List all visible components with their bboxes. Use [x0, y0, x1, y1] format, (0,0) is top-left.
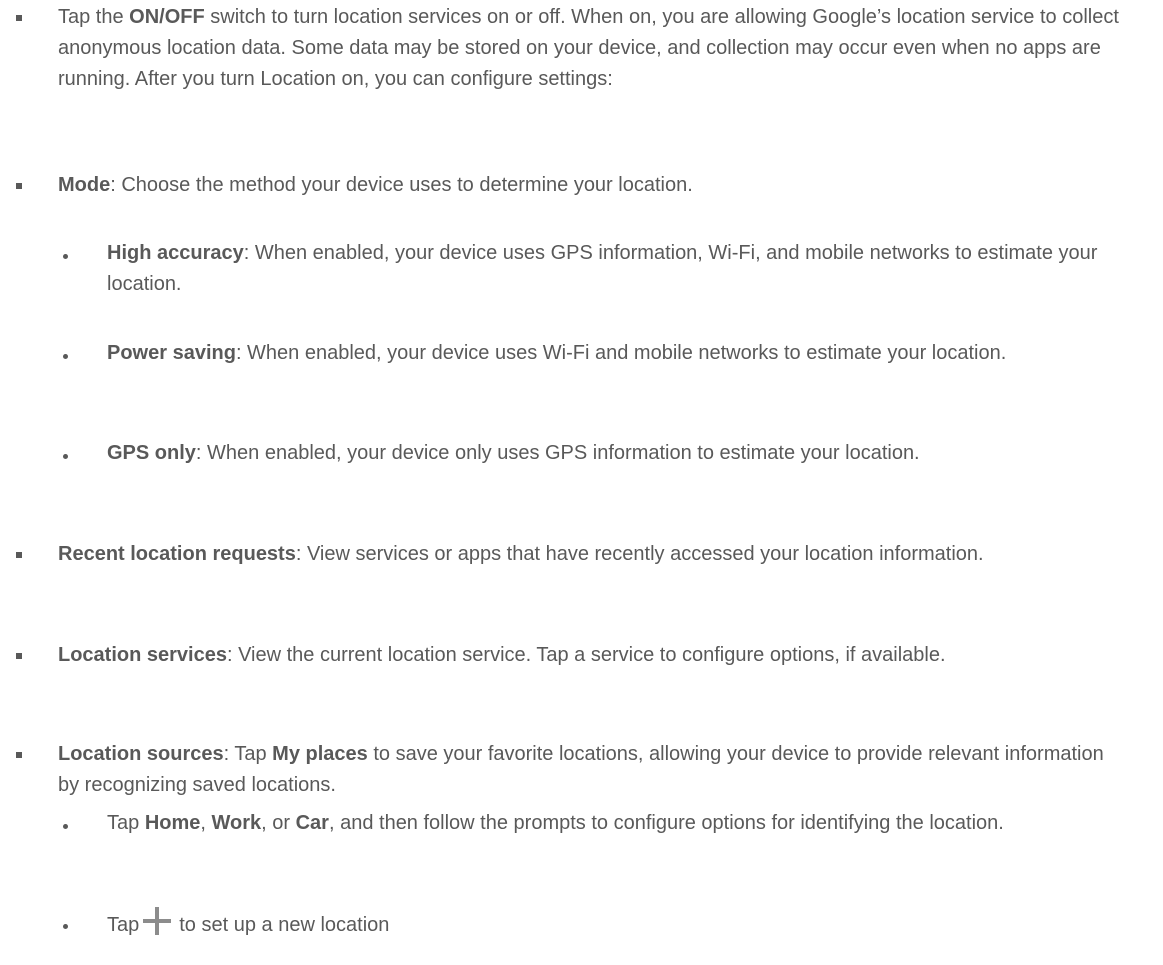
- item-text-mid: : Tap: [223, 743, 273, 765]
- item-text-post: : View services or apps that have recent…: [295, 543, 984, 565]
- list-item-location-sources: Location sources: Tap My places to save …: [58, 739, 1118, 801]
- item-text-post: : When enabled, your device uses Wi-Fi a…: [235, 342, 1007, 364]
- sub-item-high-accuracy: High accuracy: When enabled, your device…: [107, 238, 1137, 300]
- sub-item-new-location: Tap to set up a new location: [107, 907, 1107, 941]
- item-text-bold: Home: [144, 812, 201, 834]
- item-text-post: : When enabled, your device only uses GP…: [195, 442, 920, 464]
- item-text-bold: Location sources: [58, 743, 224, 765]
- item-text-post: switch to turn location services on or o…: [58, 6, 1119, 90]
- item-text-post: : When enabled, your device uses GPS inf…: [107, 242, 1098, 295]
- list-item-recent-requests: Recent location requests: View services …: [58, 539, 1148, 570]
- sub-item-home-work-car: Tap Home, Work, or Car, and then follow …: [107, 808, 1157, 839]
- sub-item-power-saving: Power saving: When enabled, your device …: [107, 338, 1137, 369]
- item-text-bold: Recent location requests: [58, 543, 296, 565]
- item-text-post: : View the current location service. Tap…: [226, 644, 946, 666]
- item-text-bold: High accuracy: [107, 242, 244, 264]
- item-text-bold: Work: [211, 812, 262, 834]
- item-text-pre: Tap: [107, 812, 145, 834]
- item-text-bold: ON/OFF: [129, 6, 205, 28]
- square-bullet-icon: [16, 653, 22, 659]
- list-item-location-services: Location services: View the current loca…: [58, 640, 1118, 671]
- round-bullet-icon: [63, 924, 68, 929]
- item-text-mid: , or: [261, 812, 296, 834]
- item-text-post: , and then follow the prompts to configu…: [328, 812, 1004, 834]
- round-bullet-icon: [63, 454, 68, 459]
- item-text-bold: Power saving: [107, 342, 236, 364]
- item-text-bold: Car: [295, 812, 329, 834]
- round-bullet-icon: [63, 824, 68, 829]
- list-item-mode: Mode: Choose the method your device uses…: [58, 170, 1138, 201]
- round-bullet-icon: [63, 354, 68, 359]
- item-text-pre: Tap the: [58, 6, 130, 28]
- list-item-on-off: Tap the ON/OFF switch to turn location s…: [58, 2, 1138, 95]
- item-text-bold: My places: [272, 743, 368, 765]
- item-text-bold: Mode: [58, 174, 111, 196]
- sub-item-gps-only: GPS only: When enabled, your device only…: [107, 438, 1107, 469]
- square-bullet-icon: [16, 552, 22, 558]
- plus-icon: [143, 907, 172, 935]
- item-text-post: to set up a new location: [179, 914, 390, 936]
- square-bullet-icon: [16, 183, 22, 189]
- item-text-mid: ,: [200, 812, 212, 834]
- item-text-post: : Choose the method your device uses to …: [110, 174, 693, 196]
- item-text-bold: GPS only: [107, 442, 196, 464]
- round-bullet-icon: [63, 254, 68, 259]
- item-text-bold: Location services: [58, 644, 227, 666]
- square-bullet-icon: [16, 752, 22, 758]
- item-text-pre: Tap: [107, 914, 140, 936]
- square-bullet-icon: [16, 15, 22, 21]
